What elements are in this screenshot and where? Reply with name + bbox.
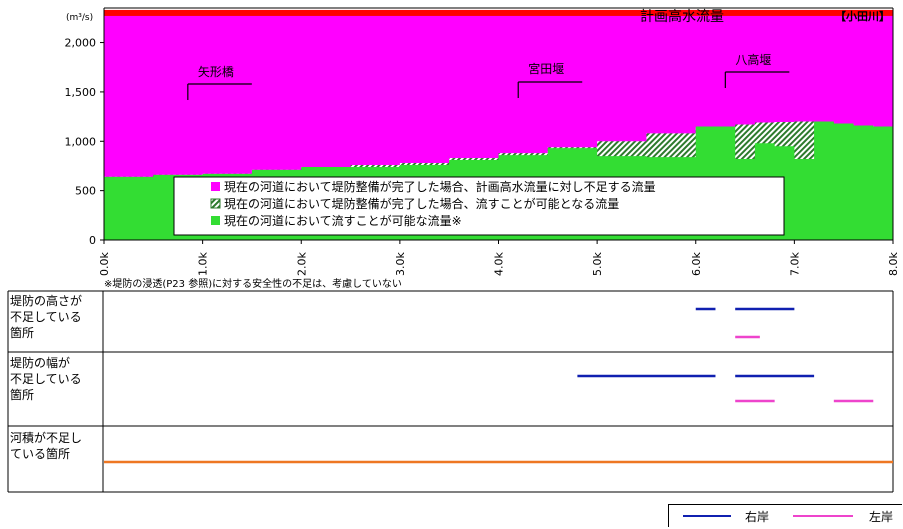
left-bank-swatch <box>793 515 853 517</box>
panel-label-capacity: 河積が不足し ている箇所 <box>10 431 83 461</box>
x-tick-label: 3.0k <box>394 252 407 276</box>
legend-entry: 現在の河道において堤防整備が完了した場合、計画高水流量に対し不足する流量 <box>224 179 656 194</box>
annotation-label: 矢形橋 <box>198 65 234 79</box>
legend-entry: 現在の河道において堤防整備が完了した場合、流すことが可能となる流量 <box>224 196 619 211</box>
annotation-label: 八高堰 <box>735 52 771 67</box>
y-tick-label: 500 <box>75 185 96 198</box>
x-tick-label: 7.0k <box>788 252 801 276</box>
y-tick-label: 2,000 <box>65 37 97 50</box>
right-bank-label: 右岸 <box>745 510 770 524</box>
panel-label-width: 堤防の幅が 不足している 箇所 <box>10 356 82 402</box>
x-tick-label: 8.0k <box>887 252 900 276</box>
legend-swatch <box>211 216 220 225</box>
x-tick-label: 1.0k <box>197 252 210 276</box>
y-tick-label: 1,000 <box>65 135 97 148</box>
x-tick-label: 0.0k <box>98 252 111 276</box>
x-tick-label: 4.0k <box>493 252 506 276</box>
annotation-label: 宮田堰 <box>528 61 564 76</box>
river-label: 【小田川】 <box>835 9 890 23</box>
legend-entry: 現在の河道において流すことが可能な流量※ <box>224 213 462 228</box>
panel-label-height: 堤防の高さが 不足している 箇所 <box>10 294 83 340</box>
x-tick-label: 5.0k <box>591 252 604 276</box>
footnote: ※堤防の浸透(P23 参照)に対する安全性の不足は、考慮していない <box>104 277 402 290</box>
y-tick-label: 0 <box>89 234 96 247</box>
y-unit-label: (m³/s) <box>66 13 93 23</box>
chart-title: 計画高水流量 <box>640 8 724 25</box>
x-tick-label: 2.0k <box>295 252 308 276</box>
left-bank-label: 左岸 <box>869 510 894 524</box>
bank-legend: 右岸 左岸 <box>668 504 902 527</box>
flow-chart: 0 500 1,000 1,500 2,000 (m³/s) 0.0k 1.0k 2.0k 3.0… <box>7 7 900 493</box>
chart-legend: 現在の河道において堤防整備が完了した場合、計画高水流量に対し不足する流量現在の河… <box>173 176 785 236</box>
planned-flow-line <box>104 9 893 16</box>
legend-swatch <box>211 182 220 191</box>
legend-swatch <box>210 198 221 209</box>
right-bank-swatch <box>683 515 731 517</box>
y-tick-label: 1,500 <box>65 86 97 99</box>
x-tick-label: 6.0k <box>690 252 703 276</box>
